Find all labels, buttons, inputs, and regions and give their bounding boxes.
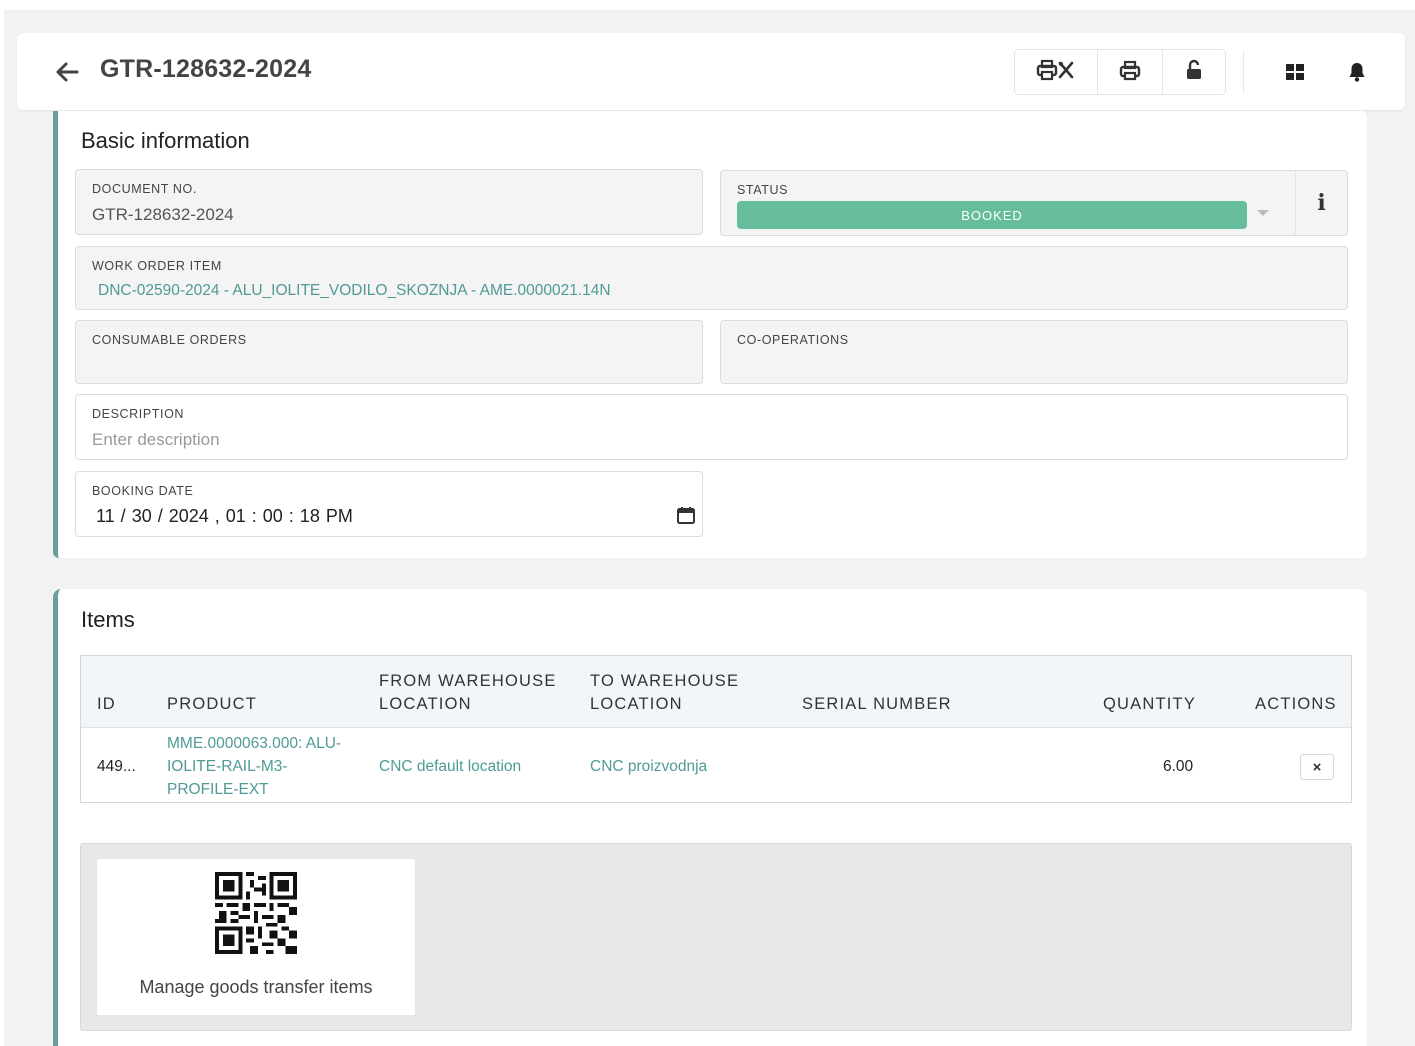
cell-product-line1: MME.0000063.000: ALU- [167,735,342,752]
print-icon [1119,59,1141,86]
cell-to-location-link[interactable]: CNC proizvodnja [590,755,707,778]
column-header-from-warehouse-line1: FROM WAREHOUSE [379,672,557,690]
booking-date-label: BOOKING DATE [92,484,194,498]
unlock-button[interactable] [1163,50,1225,94]
column-header-serial-number: SERIAL NUMBER [802,695,952,713]
grid-icon[interactable] [1281,58,1309,86]
manage-goods-transfer-items-button[interactable]: Manage goods transfer items [96,858,416,1016]
print-button[interactable] [1098,50,1163,94]
manage-items-area: Manage goods transfer items [80,843,1352,1031]
co-operations-label: CO-OPERATIONS [737,333,849,347]
column-header-id: ID [97,695,116,713]
booking-date-field[interactable]: BOOKING DATE 11 / 30 / 2024 , 01 : 00 : … [75,471,703,537]
column-header-from-warehouse-line2: LOCATION [379,695,472,713]
qr-code-icon [215,872,297,954]
chevron-down-icon[interactable] [1257,210,1269,216]
status-field[interactable]: STATUS BOOKED i [720,170,1348,236]
print-tools-icon [1036,59,1076,86]
column-header-to-warehouse-line1: TO WAREHOUSE [590,672,740,690]
column-header-to-warehouse: TO WAREHOUSE LOCATION [590,670,739,716]
unlock-icon [1184,59,1204,86]
manage-goods-transfer-items-label: Manage goods transfer items [139,977,373,997]
remove-item-button[interactable]: × [1300,754,1334,780]
page-header: GTR-128632-2024 [17,33,1405,110]
column-header-product: PRODUCT [167,695,257,713]
page-title: GTR-128632-2024 [100,55,312,83]
document-no-value: GTR-128632-2024 [92,205,234,224]
calendar-icon[interactable] [676,505,696,525]
booking-date-input[interactable]: 11 / 30 / 2024 , 01 : 00 : 18 PM [96,506,353,527]
document-no-label: DOCUMENT NO. [92,182,197,196]
description-label: DESCRIPTION [92,407,185,421]
work-order-item-field: WORK ORDER ITEM DNC-02590-2024 - ALU_IOL… [75,246,1348,310]
basic-information-title: Basic information [81,128,250,153]
cell-quantity: 6.00 [1163,758,1194,775]
back-arrow-icon[interactable] [53,58,81,86]
work-order-item-link[interactable]: DNC-02590-2024 - ALU_IOLITE_VODILO_SKOZN… [98,282,611,300]
cell-from-location-link[interactable]: CNC default location [379,755,521,778]
items-card: Items ID PRODUCT FROM WAREHOUSE LOCATION… [53,589,1367,1046]
consumable-orders-field: CONSUMABLE ORDERS [75,320,703,384]
column-header-quantity: QUANTITY [1103,695,1197,713]
column-header-from-warehouse: FROM WAREHOUSE LOCATION [379,670,557,716]
toolbar-divider [1243,51,1244,93]
toolbar-button-group [1014,49,1226,95]
table-header: ID PRODUCT FROM WAREHOUSE LOCATION TO WA… [81,656,1351,728]
print-tools-button[interactable] [1015,50,1098,94]
cell-id: 449... [97,758,136,775]
description-input[interactable]: Enter description [92,430,220,450]
info-icon[interactable]: i [1295,171,1347,235]
work-order-item-label: WORK ORDER ITEM [92,259,222,273]
items-title: Items [81,607,135,632]
description-field[interactable]: DESCRIPTION Enter description [75,394,1348,460]
column-header-to-warehouse-line2: LOCATION [590,695,683,713]
co-operations-field: CO-OPERATIONS [720,320,1348,384]
document-no-field: DOCUMENT NO. GTR-128632-2024 [75,169,703,235]
status-label: STATUS [737,183,789,197]
cell-product-line2: IOLITE-RAIL-M3- [167,758,288,775]
cell-product-line3: PROFILE-EXT [167,781,269,798]
status-badge[interactable]: BOOKED [737,201,1247,229]
basic-information-card: Basic information DOCUMENT NO. GTR-12863… [53,111,1367,558]
cell-product-link[interactable]: MME.0000063.000: ALU- IOLITE-RAIL-M3- PR… [167,732,341,801]
consumable-orders-label: CONSUMABLE ORDERS [92,333,247,347]
bell-icon[interactable] [1343,58,1371,86]
column-header-actions: ACTIONS [1255,695,1337,713]
items-table: ID PRODUCT FROM WAREHOUSE LOCATION TO WA… [80,655,1352,803]
